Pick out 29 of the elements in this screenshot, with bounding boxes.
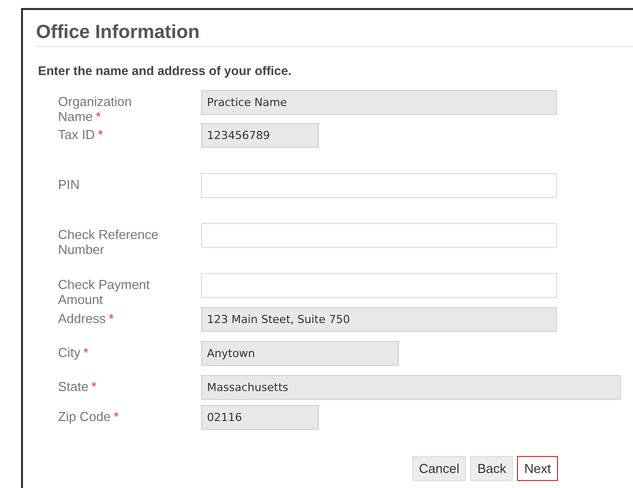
field-label: Tax ID * [57, 126, 104, 142]
required-mark: * [96, 109, 101, 124]
field-label: State * [57, 378, 98, 394]
input-field[interactable]: Practice Name [201, 90, 557, 115]
required-mark: * [83, 345, 88, 360]
required-mark: * [91, 379, 96, 394]
field-label: Zip Code * [57, 408, 120, 424]
next-button[interactable]: Next [517, 456, 558, 481]
back-button[interactable]: Back [470, 456, 514, 481]
required-mark: * [108, 311, 114, 326]
field-label: Check Reference Number [57, 226, 160, 257]
input-field[interactable]: 123456789 [201, 123, 319, 148]
instruction-text: Enter the name and address of your office. [38, 64, 293, 78]
input-field[interactable]: 123 Main Steet, Suite 750 [201, 307, 557, 332]
input-field[interactable]: Massachusetts [201, 375, 621, 400]
input-field[interactable]: Anytown [201, 341, 399, 366]
field-label: PIN [57, 176, 81, 192]
field-label: City * [57, 344, 90, 360]
field-label: Organization Name * [57, 93, 133, 124]
input-field[interactable] [201, 273, 557, 298]
field-label: Check Payment Amount [57, 276, 151, 307]
input-field[interactable] [201, 223, 557, 248]
section-title: Office Information [36, 22, 633, 47]
required-mark: * [114, 409, 119, 424]
cancel-button[interactable]: Cancel [412, 456, 466, 481]
required-mark: * [98, 127, 103, 142]
field-label: Address * [57, 310, 115, 326]
input-field[interactable] [201, 173, 557, 198]
input-field[interactable]: 02116 [201, 405, 319, 430]
